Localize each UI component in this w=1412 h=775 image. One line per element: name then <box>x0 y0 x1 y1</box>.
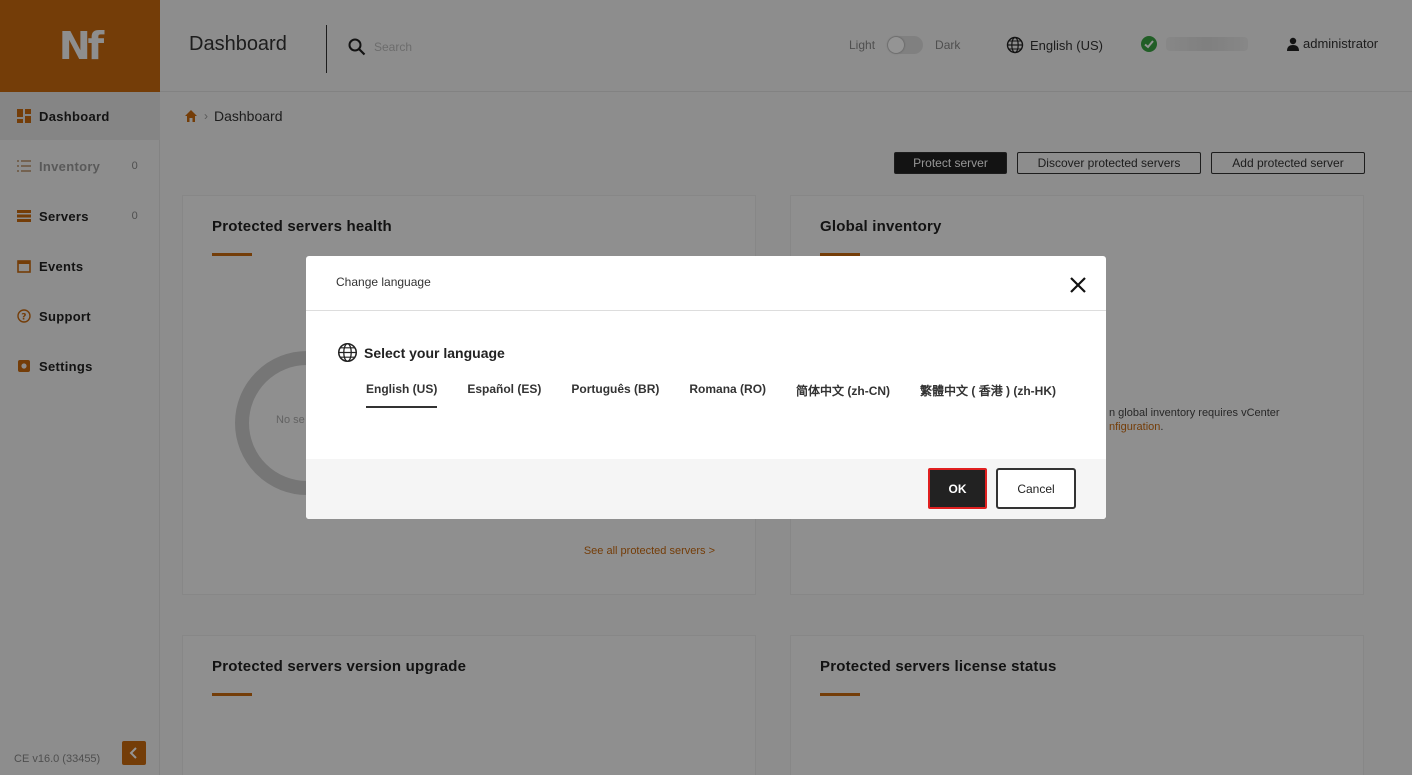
language-option-es-es[interactable]: Español (ES) <box>467 382 541 408</box>
change-language-dialog: Change language Select your language Eng… <box>306 256 1106 519</box>
close-icon <box>1070 277 1086 293</box>
language-option-ro-ro[interactable]: Romana (RO) <box>689 382 766 408</box>
dialog-footer: OK Cancel <box>306 459 1106 519</box>
globe-icon <box>337 342 358 363</box>
close-dialog-button[interactable] <box>1066 273 1090 297</box>
ok-button[interactable]: OK <box>928 468 987 509</box>
language-option-zh-cn[interactable]: 简体中文 (zh-CN) <box>796 382 890 408</box>
language-tabs: English (US) Español (ES) Português (BR)… <box>366 382 1086 408</box>
select-language-heading: Select your language <box>337 342 505 363</box>
dialog-header: Change language <box>306 256 1106 311</box>
language-option-zh-hk[interactable]: 繁體中文 ( 香港 ) (zh-HK) <box>920 382 1056 408</box>
language-option-en-us[interactable]: English (US) <box>366 382 438 408</box>
language-option-pt-br[interactable]: Português (BR) <box>571 382 659 408</box>
dialog-title: Change language <box>336 275 431 289</box>
select-language-label: Select your language <box>364 344 505 361</box>
cancel-button[interactable]: Cancel <box>996 468 1076 509</box>
